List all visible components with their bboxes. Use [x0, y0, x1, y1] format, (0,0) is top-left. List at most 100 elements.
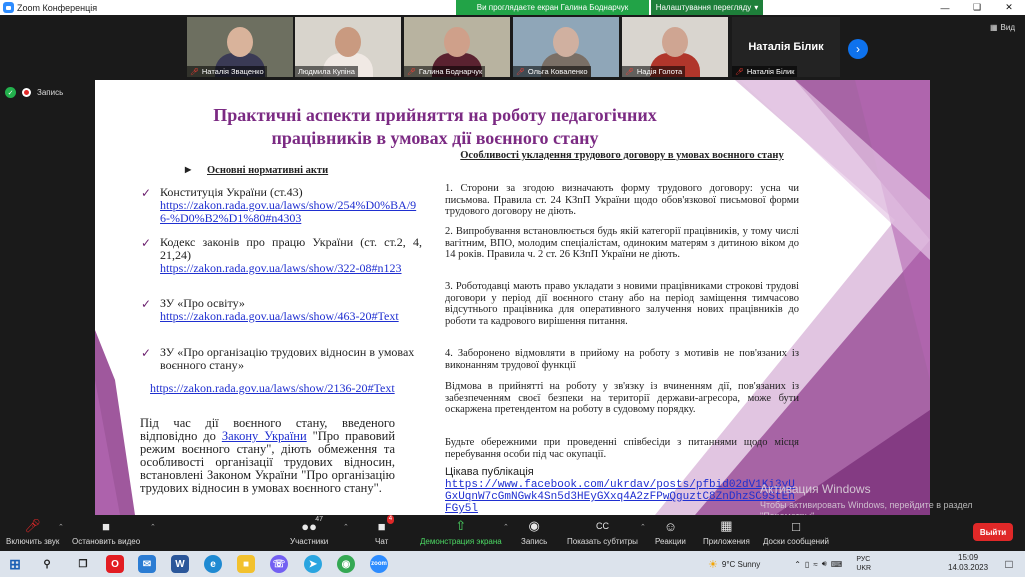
stop-video-label: Остановить видео	[72, 537, 141, 546]
reactions-label: Реакции	[655, 537, 686, 546]
act-item: ЗУ «Про організацію трудових відносин в …	[160, 346, 422, 372]
language-primary: РУС	[856, 556, 871, 563]
mic-muted-icon: 🎤︎	[625, 68, 634, 76]
act-link[interactable]: https://zakon.rada.gov.ua/laws/show/2136…	[140, 381, 395, 395]
battery-icon[interactable]: ▯	[805, 560, 809, 569]
clock[interactable]: 15:09 14.03.2023	[948, 553, 988, 573]
slide-title-line: працівників в умовах дії воєнного стану	[271, 128, 599, 148]
volume-icon[interactable]: 🔊︎	[822, 559, 827, 569]
chat-icon: ■ 4	[377, 515, 395, 534]
word-icon[interactable]: W	[171, 555, 189, 573]
language-indicator[interactable]: РУС UKR	[856, 555, 871, 573]
viber-icon[interactable]: ☏	[270, 555, 288, 573]
record-button[interactable]: ◉ Запись	[521, 518, 547, 546]
participant-face	[662, 27, 688, 57]
recording-icon	[22, 88, 31, 97]
participant-name-bar: 🎤︎ Надія Голота	[622, 66, 686, 77]
telegram-icon[interactable]: ➤	[304, 555, 322, 573]
participant-face	[444, 27, 470, 57]
keyboard-icon[interactable]: ⌨	[831, 560, 843, 569]
share-screen-icon: ⇧	[455, 518, 467, 533]
chevron-up-icon[interactable]: ⌃	[150, 523, 156, 531]
participant-name: Ольга Коваленко	[527, 67, 588, 76]
chevron-up-icon[interactable]: ⌃	[794, 560, 801, 569]
left-heading: ▶ Основні нормативні акти	[185, 165, 328, 176]
slide-title-line: Практичні аспекти прийняття на роботу пе…	[213, 105, 657, 125]
intro-paragraph: Під час дії воєнного стану, введеного ві…	[140, 417, 395, 495]
participant-name: Наталія Білик	[746, 67, 795, 76]
participant-tile-name-only[interactable]: Наталія Білик 🎤︎ Наталія Білик	[732, 17, 840, 77]
chevron-up-icon[interactable]: ⌃	[58, 523, 64, 531]
subtitles-button[interactable]: CC Показать субтитры	[567, 518, 638, 546]
participant-tile[interactable]: 🎤︎ Наталія Зваценко	[187, 17, 293, 77]
weather-text[interactable]: 9°C Sunny	[722, 560, 760, 569]
participants-icon: ●● 47	[301, 516, 324, 534]
chevron-up-icon[interactable]: ⌃	[503, 523, 509, 531]
file-explorer-icon[interactable]: ■	[237, 555, 255, 573]
participant-tile[interactable]: 🎤︎ Галина Боднарчук	[404, 17, 510, 77]
status-indicators: ✓ Запись	[5, 87, 63, 98]
chevron-up-icon[interactable]: ⌃	[640, 523, 646, 531]
task-view-icon[interactable]: ❐	[74, 555, 92, 573]
participants-button[interactable]: ●● 47 Участники	[290, 516, 328, 546]
chevron-right-icon: ›	[856, 42, 860, 56]
zoom-window: Zoom Конференція Ви проглядаєте екран Га…	[0, 0, 1025, 577]
weather-icon: ☀	[708, 558, 718, 571]
law-link[interactable]: Закону України	[222, 429, 307, 443]
unmute-button[interactable]: 🎤︎ Включить звук	[6, 518, 59, 546]
whiteboards-button[interactable]: □ Доски сообщений	[763, 518, 830, 547]
chrome-icon[interactable]: ◉	[337, 555, 355, 573]
whiteboards-label: Доски сообщений	[763, 537, 830, 546]
video-camera-icon: ■	[102, 518, 111, 534]
zoom-taskbar-icon[interactable]: zoom	[370, 555, 388, 573]
opera-icon[interactable]: O	[106, 555, 124, 573]
participant-tile[interactable]: Людмила Купіна	[295, 17, 401, 77]
notifications-icon[interactable]: □	[1000, 555, 1018, 573]
search-icon[interactable]: ⚲	[38, 555, 56, 573]
zoom-logo-icon	[3, 2, 14, 13]
check-icon: ✓	[141, 236, 152, 250]
chat-button[interactable]: ■ 4 Чат	[375, 515, 395, 546]
check-icon: ✓	[141, 297, 152, 311]
leave-button[interactable]: Выйти	[973, 523, 1013, 541]
reactions-button[interactable]: ☺ Реакции	[655, 518, 686, 547]
participant-tile[interactable]: 🎤︎ Надія Голота	[622, 17, 728, 77]
view-mode-button[interactable]: ▦ Вид	[990, 23, 1015, 32]
minimize-icon[interactable]: —	[929, 0, 961, 15]
restore-icon[interactable]: ❑	[961, 0, 993, 15]
close-icon[interactable]: ✕	[993, 0, 1025, 15]
mail-icon[interactable]: ✉	[138, 555, 156, 573]
chevron-up-icon[interactable]: ⌃	[343, 523, 349, 531]
share-screen-button[interactable]: ⇧ Демонстрация экрана	[420, 518, 502, 546]
participant-name-bar: Людмила Купіна	[295, 66, 358, 77]
security-shield-icon[interactable]: ✓	[5, 87, 16, 98]
edge-icon[interactable]: e	[204, 555, 222, 573]
meeting-toolbar: 🎤︎ Включить звук ⌃ ■ Остановить видео ⌃ …	[0, 515, 1025, 551]
apps-button[interactable]: ▦ Приложения	[703, 518, 750, 546]
wifi-icon[interactable]: ≈	[813, 560, 817, 569]
act-link[interactable]: https://zakon.rada.gov.ua/laws/show/322-…	[160, 262, 422, 275]
next-page-button[interactable]: ›	[848, 39, 868, 59]
video-strip: 🎤︎ Наталія Зваценко Людмила Купіна 🎤︎ Галина…	[0, 15, 1025, 79]
activation-watermark: Активация Windows	[760, 482, 871, 496]
facebook-link[interactable]: https://www.facebook.com/ukrdav/posts/pf…	[445, 479, 801, 515]
participant-name-bar: 🎤︎ Ольга Коваленко	[513, 66, 591, 77]
record-icon: ◉	[528, 518, 540, 533]
window-title: Zoom Конференція	[17, 2, 98, 13]
act-link[interactable]: https://zakon.rada.gov.ua/laws/show/463-…	[160, 310, 422, 323]
participant-face	[227, 27, 253, 57]
slide-title: Практичні аспекти прийняття на роботу пе…	[145, 104, 725, 150]
point-3: 3. Роботодавці мають право укладати з но…	[445, 281, 799, 327]
view-settings-label: Налаштування перегляду	[655, 3, 752, 12]
stop-video-button[interactable]: ■ Остановить видео	[72, 518, 141, 547]
point-4: 4. Заборонено відмовляти в прийому на ро…	[445, 348, 799, 371]
view-settings-button[interactable]: Налаштування перегляду ▾	[651, 0, 763, 15]
windows-start-icon[interactable]: ⊞	[6, 555, 24, 573]
subtitles-label: Показать субтитры	[567, 537, 638, 546]
publication-label: Цікава публікація	[445, 466, 534, 478]
act-item: ЗУ «Про освіту» https://zakon.rada.gov.u…	[160, 297, 422, 323]
act-link[interactable]: https://zakon.rada.gov.ua/laws/show/254%…	[160, 199, 422, 225]
act-text: Кодекс законів про працю України (ст. ст…	[160, 235, 422, 262]
participant-tile[interactable]: 🎤︎ Ольга Коваленко	[513, 17, 619, 77]
participant-name-bar: 🎤︎ Галина Боднарчук	[404, 66, 486, 77]
